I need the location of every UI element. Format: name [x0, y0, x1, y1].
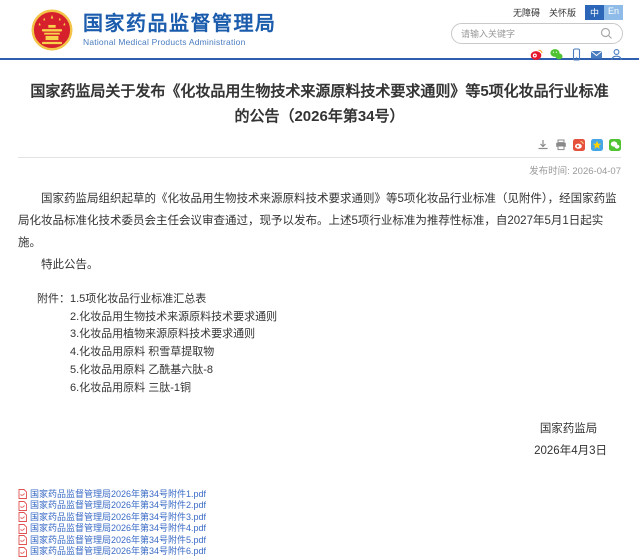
signature-date: 2026年4月3日: [534, 441, 607, 463]
attachment-item: 3.化妆品用植物来源原料技术要求通则: [70, 326, 277, 344]
print-icon[interactable]: [555, 139, 567, 151]
share-toolbar: [18, 139, 621, 151]
publish-date: 2026-04-07: [572, 166, 621, 177]
signature-org: 国家药监局: [534, 419, 607, 441]
accessibility-link[interactable]: 无障碍: [513, 6, 540, 19]
search-icon[interactable]: [600, 27, 613, 40]
weibo-share-icon[interactable]: [573, 139, 585, 151]
file-row: 国家药品监督管理局2026年第34号附件6.pdf: [18, 546, 639, 557]
article-body: 国家药监局组织起草的《化妆品用生物技术来源原料技术要求通则》等5项化妆品行业标准…: [18, 188, 621, 276]
article-title: 国家药监局关于发布《化妆品用生物技术来源原料技术要求通则》等5项化妆品行业标准的…: [18, 80, 621, 130]
file-row: 国家药品监督管理局2026年第34号附件4.pdf: [18, 523, 639, 535]
publish-time: 发布时间: 2026-04-07: [18, 163, 621, 177]
signature-block: 国家药监局 2026年4月3日: [18, 419, 621, 463]
pdf-icon: [18, 512, 27, 522]
attachment-item: 6.化妆品用原料 三肽-1铜: [70, 380, 277, 398]
weibo-icon[interactable]: [530, 48, 543, 61]
pdf-file-link[interactable]: 国家药品监督管理局2026年第34号附件2.pdf: [30, 501, 206, 510]
header-utilities: 无障碍 关怀版 中 En: [451, 5, 623, 61]
lang-en-button[interactable]: En: [604, 5, 623, 20]
pdf-file-link[interactable]: 国家药品监督管理局2026年第34号附件4.pdf: [30, 524, 206, 533]
pdf-file-link[interactable]: 国家药品监督管理局2026年第34号附件3.pdf: [30, 513, 206, 522]
user-icon[interactable]: [610, 48, 623, 61]
attachments-label: 附件：: [37, 291, 70, 398]
mobile-icon[interactable]: [570, 48, 583, 61]
pdf-icon: [18, 489, 27, 499]
site-header: 国家药品监督管理局 National Medical Products Admi…: [0, 0, 639, 60]
lang-zh-button[interactable]: 中: [585, 5, 604, 20]
pdf-file-link[interactable]: 国家药品监督管理局2026年第34号附件5.pdf: [30, 536, 206, 545]
care-version-link[interactable]: 关怀版: [549, 6, 576, 19]
attachment-item: 1.5项化妆品行业标准汇总表: [70, 291, 277, 309]
attachment-files: 国家药品监督管理局2026年第34号附件1.pdf 国家药品监督管理局2026年…: [0, 488, 639, 557]
pdf-icon: [18, 501, 27, 511]
attachment-item: 2.化妆品用生物技术来源原料技术要求通则: [70, 309, 277, 327]
pdf-file-link[interactable]: 国家药品监督管理局2026年第34号附件6.pdf: [30, 547, 206, 556]
national-emblem-icon: [30, 8, 74, 52]
wechat-icon[interactable]: [550, 48, 563, 61]
pdf-icon: [18, 547, 27, 557]
email-icon[interactable]: [590, 48, 603, 61]
attachment-item: 4.化妆品用原料 积雪草提取物: [70, 344, 277, 362]
site-logo[interactable]: 国家药品监督管理局 National Medical Products Admi…: [30, 8, 277, 52]
pdf-icon: [18, 524, 27, 534]
search-input[interactable]: [461, 29, 600, 39]
attachment-item: 5.化妆品用原料 乙酰基六肽-8: [70, 362, 277, 380]
publish-label: 发布时间:: [529, 166, 570, 177]
body-paragraph: 国家药监局组织起草的《化妆品用生物技术来源原料技术要求通则》等5项化妆品行业标准…: [18, 188, 621, 254]
pdf-file-link[interactable]: 国家药品监督管理局2026年第34号附件1.pdf: [30, 490, 206, 499]
file-row: 国家药品监督管理局2026年第34号附件1.pdf: [18, 488, 639, 500]
qzone-share-icon[interactable]: [591, 139, 603, 151]
body-paragraph: 特此公告。: [18, 254, 621, 276]
file-row: 国家药品监督管理局2026年第34号附件2.pdf: [18, 500, 639, 512]
wechat-share-icon[interactable]: [609, 139, 621, 151]
download-icon[interactable]: [537, 139, 549, 151]
language-toggle: 中 En: [585, 5, 623, 20]
attachment-list-block: 附件： 1.5项化妆品行业标准汇总表 2.化妆品用生物技术来源原料技术要求通则 …: [37, 291, 621, 398]
top-links: 无障碍 关怀版 中 En: [513, 5, 623, 19]
site-subtitle: National Medical Products Administration: [83, 37, 277, 47]
attachment-list: 1.5项化妆品行业标准汇总表 2.化妆品用生物技术来源原料技术要求通则 3.化妆…: [70, 291, 277, 398]
search-box: [451, 23, 623, 44]
file-row: 国家药品监督管理局2026年第34号附件5.pdf: [18, 534, 639, 546]
site-title: 国家药品监督管理局: [83, 13, 277, 35]
brand-text: 国家药品监督管理局 National Medical Products Admi…: [83, 13, 277, 47]
pdf-icon: [18, 535, 27, 545]
social-row: [530, 48, 623, 61]
article: 国家药监局关于发布《化妆品用生物技术来源原料技术要求通则》等5项化妆品行业标准的…: [0, 80, 639, 462]
title-separator: [18, 157, 621, 158]
file-row: 国家药品监督管理局2026年第34号附件3.pdf: [18, 511, 639, 523]
